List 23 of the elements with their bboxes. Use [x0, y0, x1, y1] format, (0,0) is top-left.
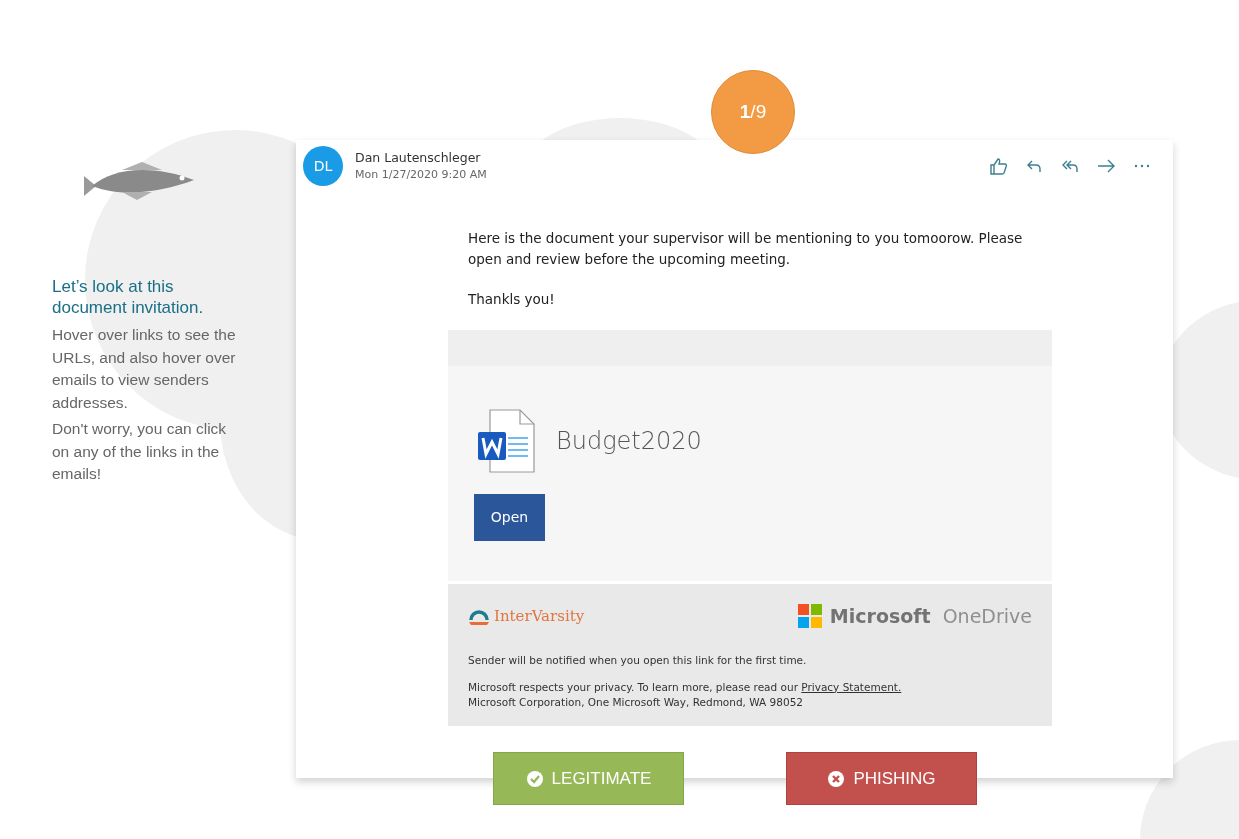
intro-text: Don't worry, you can click on any of the links in the emails! — [52, 419, 228, 484]
phishing-button[interactable]: PHISHING — [786, 752, 977, 805]
organization-name: InterVarsity — [494, 606, 585, 627]
email-date: Mon 1/27/2020 9:20 AM — [355, 166, 487, 183]
document-name: Budget2020 — [556, 426, 702, 457]
windows-logo-icon — [797, 604, 822, 629]
email-body-text: Here is the document your supervisor will be mentioning to you tomoorow. Please open and review before the upcoming meeting. — [467, 229, 1024, 269]
question-counter: 1/9 — [711, 70, 795, 154]
intro-heading: Let’s look at this document invitation. — [52, 276, 205, 318]
sender-avatar: DL — [303, 146, 343, 186]
notice-text: Sender will be notified when you open this link for the first time. — [468, 652, 808, 668]
product-name: OneDrive — [942, 604, 1032, 629]
x-circle-icon — [827, 769, 846, 788]
thumbs-up-icon[interactable] — [987, 155, 1009, 177]
sender-name[interactable]: Dan Lautenschleger — [355, 148, 487, 167]
check-circle-icon — [525, 769, 544, 788]
email-body-text: Thankls you! — [467, 290, 556, 309]
brand-name: Microsoft — [829, 604, 931, 629]
open-button[interactable]: Open — [474, 494, 545, 541]
address-text: Microsoft Corporation, One Microsoft Way, Redmond, WA 98052 — [468, 694, 805, 710]
privacy-link[interactable]: Privacy Statement. — [801, 680, 902, 693]
intro-text: Hover over links to see the URLs, and also hover over emails to view senders addresses. — [52, 325, 237, 413]
privacy-text: Microsoft respects your privacy. To learn more, please read our Privacy Statement. — [468, 679, 903, 695]
